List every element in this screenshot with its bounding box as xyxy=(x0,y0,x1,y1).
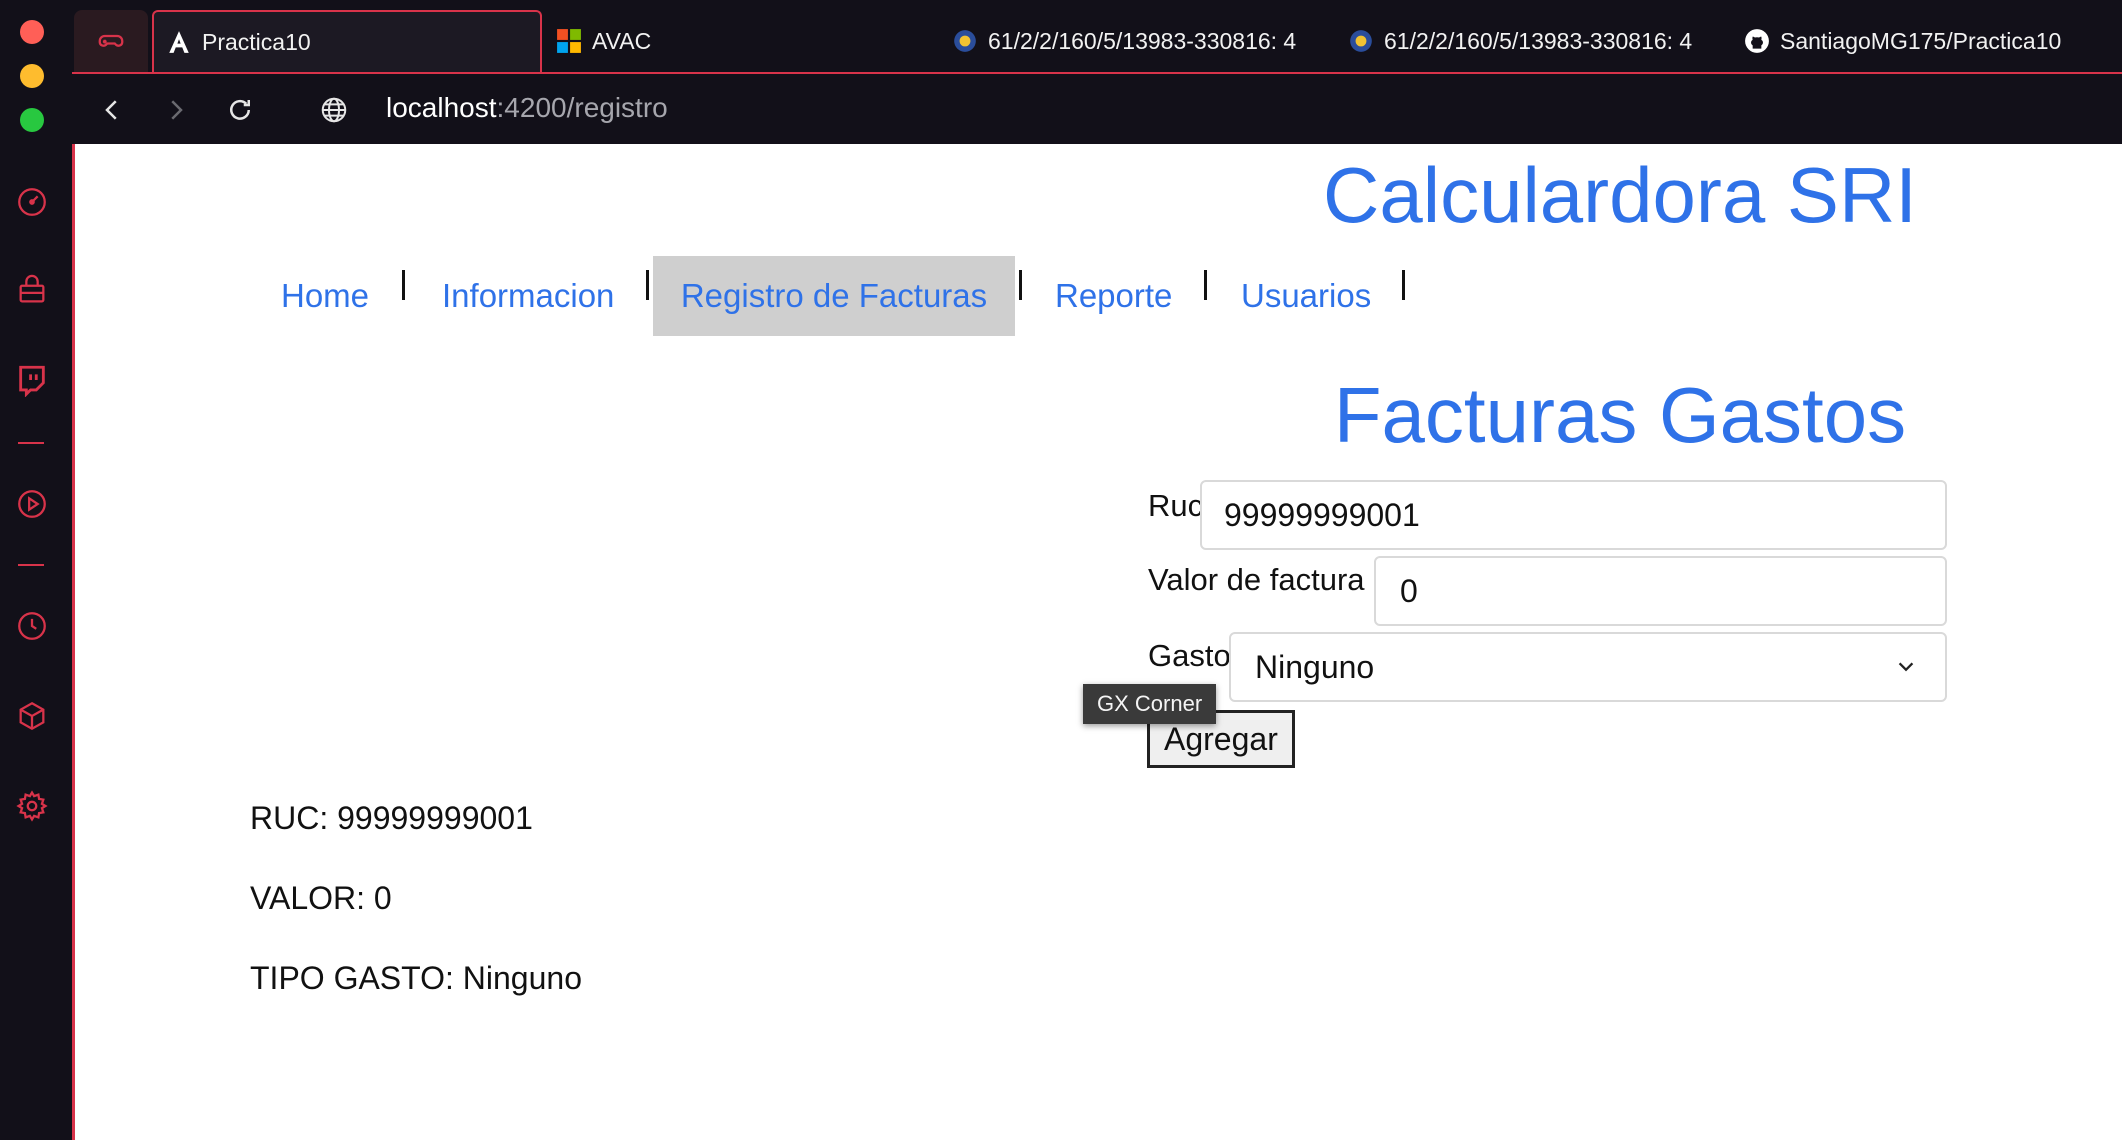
chevron-down-icon xyxy=(1898,662,1914,672)
speed-dial-icon[interactable] xyxy=(14,184,50,220)
reload-button[interactable] xyxy=(220,90,260,130)
window-close-button[interactable] xyxy=(20,20,44,44)
angular-icon xyxy=(169,31,189,53)
tab-github[interactable]: SantiagoMG175/Practica10 xyxy=(1744,10,2061,72)
result-valor: VALOR: 0 xyxy=(250,880,392,916)
site-info-icon[interactable] xyxy=(314,90,354,130)
url-field[interactable]: localhost:4200/registro xyxy=(386,92,668,124)
result-tipo-gasto: TIPO GASTO: Ninguno xyxy=(250,960,582,996)
shopping-bag-icon[interactable] xyxy=(14,272,50,308)
nav-reporte[interactable]: Reporte xyxy=(1055,256,1172,336)
tab-label: AVAC xyxy=(592,27,652,54)
valor-label: Valor de factura xyxy=(1148,562,1365,597)
page-title: Calculardora SRI xyxy=(1323,151,1917,239)
tab-label: Practica10 xyxy=(202,28,311,55)
microsoft-icon xyxy=(557,29,581,53)
tab-document-1[interactable]: 61/2/2/160/5/13983-330816: 4 xyxy=(952,10,1352,72)
back-button[interactable] xyxy=(92,90,132,130)
window-minimize-button[interactable] xyxy=(20,64,44,88)
nav-home[interactable]: Home xyxy=(281,256,369,336)
tab-practica10[interactable]: Practica10 xyxy=(152,10,542,72)
twitch-icon[interactable] xyxy=(14,362,50,398)
tab-avac[interactable]: AVAC xyxy=(556,10,651,72)
window-maximize-button[interactable] xyxy=(20,108,44,132)
forward-button[interactable] xyxy=(156,90,196,130)
player-icon[interactable] xyxy=(14,486,50,522)
nav-divider xyxy=(1019,270,1022,300)
sidebar-separator xyxy=(18,442,44,444)
page-content: Calculardora SRI Home Informacion Regist… xyxy=(72,144,2122,1140)
section-title: Facturas Gastos xyxy=(1333,371,1907,459)
url-path: :4200/registro xyxy=(496,92,668,123)
tab-label: 61/2/2/160/5/13983-330816: 4 xyxy=(988,27,1297,54)
ruc-input-value: 99999999001 xyxy=(1224,496,1420,533)
tab-bar: Practica10 AVAC 61/2/2/160/5/13983-33081… xyxy=(72,0,2122,72)
gasto-select-value: Ninguno xyxy=(1255,648,1375,685)
settings-icon[interactable] xyxy=(14,788,50,824)
box-icon[interactable] xyxy=(14,698,50,734)
nav-divider xyxy=(402,270,405,300)
valor-input[interactable]: 0 xyxy=(1374,556,1947,626)
address-bar: localhost:4200/registro xyxy=(72,72,2122,144)
ruc-input[interactable]: 99999999001 xyxy=(1200,480,1947,550)
history-icon[interactable] xyxy=(14,608,50,644)
gasto-label: Gasto xyxy=(1148,638,1231,673)
tab-label: 61/2/2/160/5/13983-330816: 4 xyxy=(1384,27,1693,54)
tab-document-2[interactable]: 61/2/2/160/5/13983-330816: 4 xyxy=(1348,10,1748,72)
globe-emblem-icon xyxy=(954,30,976,52)
url-host: localhost xyxy=(386,92,497,123)
browser-sidebar xyxy=(0,0,72,1140)
nav-divider xyxy=(646,270,649,300)
github-icon xyxy=(1745,29,1769,53)
gamepad-icon xyxy=(98,34,124,47)
tab-gx-corner[interactable] xyxy=(74,10,148,72)
valor-input-value: 0 xyxy=(1400,572,1418,609)
sidebar-separator xyxy=(18,564,44,566)
globe-emblem-icon xyxy=(1350,30,1372,52)
nav-registro-facturas[interactable]: Registro de Facturas xyxy=(653,256,1015,336)
tab-label: SantiagoMG175/Practica10 xyxy=(1780,27,2062,54)
tooltip: GX Corner xyxy=(1083,684,1217,724)
nav-usuarios[interactable]: Usuarios xyxy=(1241,256,1371,336)
result-ruc: RUC: 99999999001 xyxy=(250,800,533,836)
nav-divider xyxy=(1402,270,1405,300)
nav-divider xyxy=(1204,270,1207,300)
gasto-select[interactable]: Ninguno xyxy=(1229,632,1947,702)
nav-informacion[interactable]: Informacion xyxy=(442,256,614,336)
ruc-label: Ruc xyxy=(1148,488,1204,523)
